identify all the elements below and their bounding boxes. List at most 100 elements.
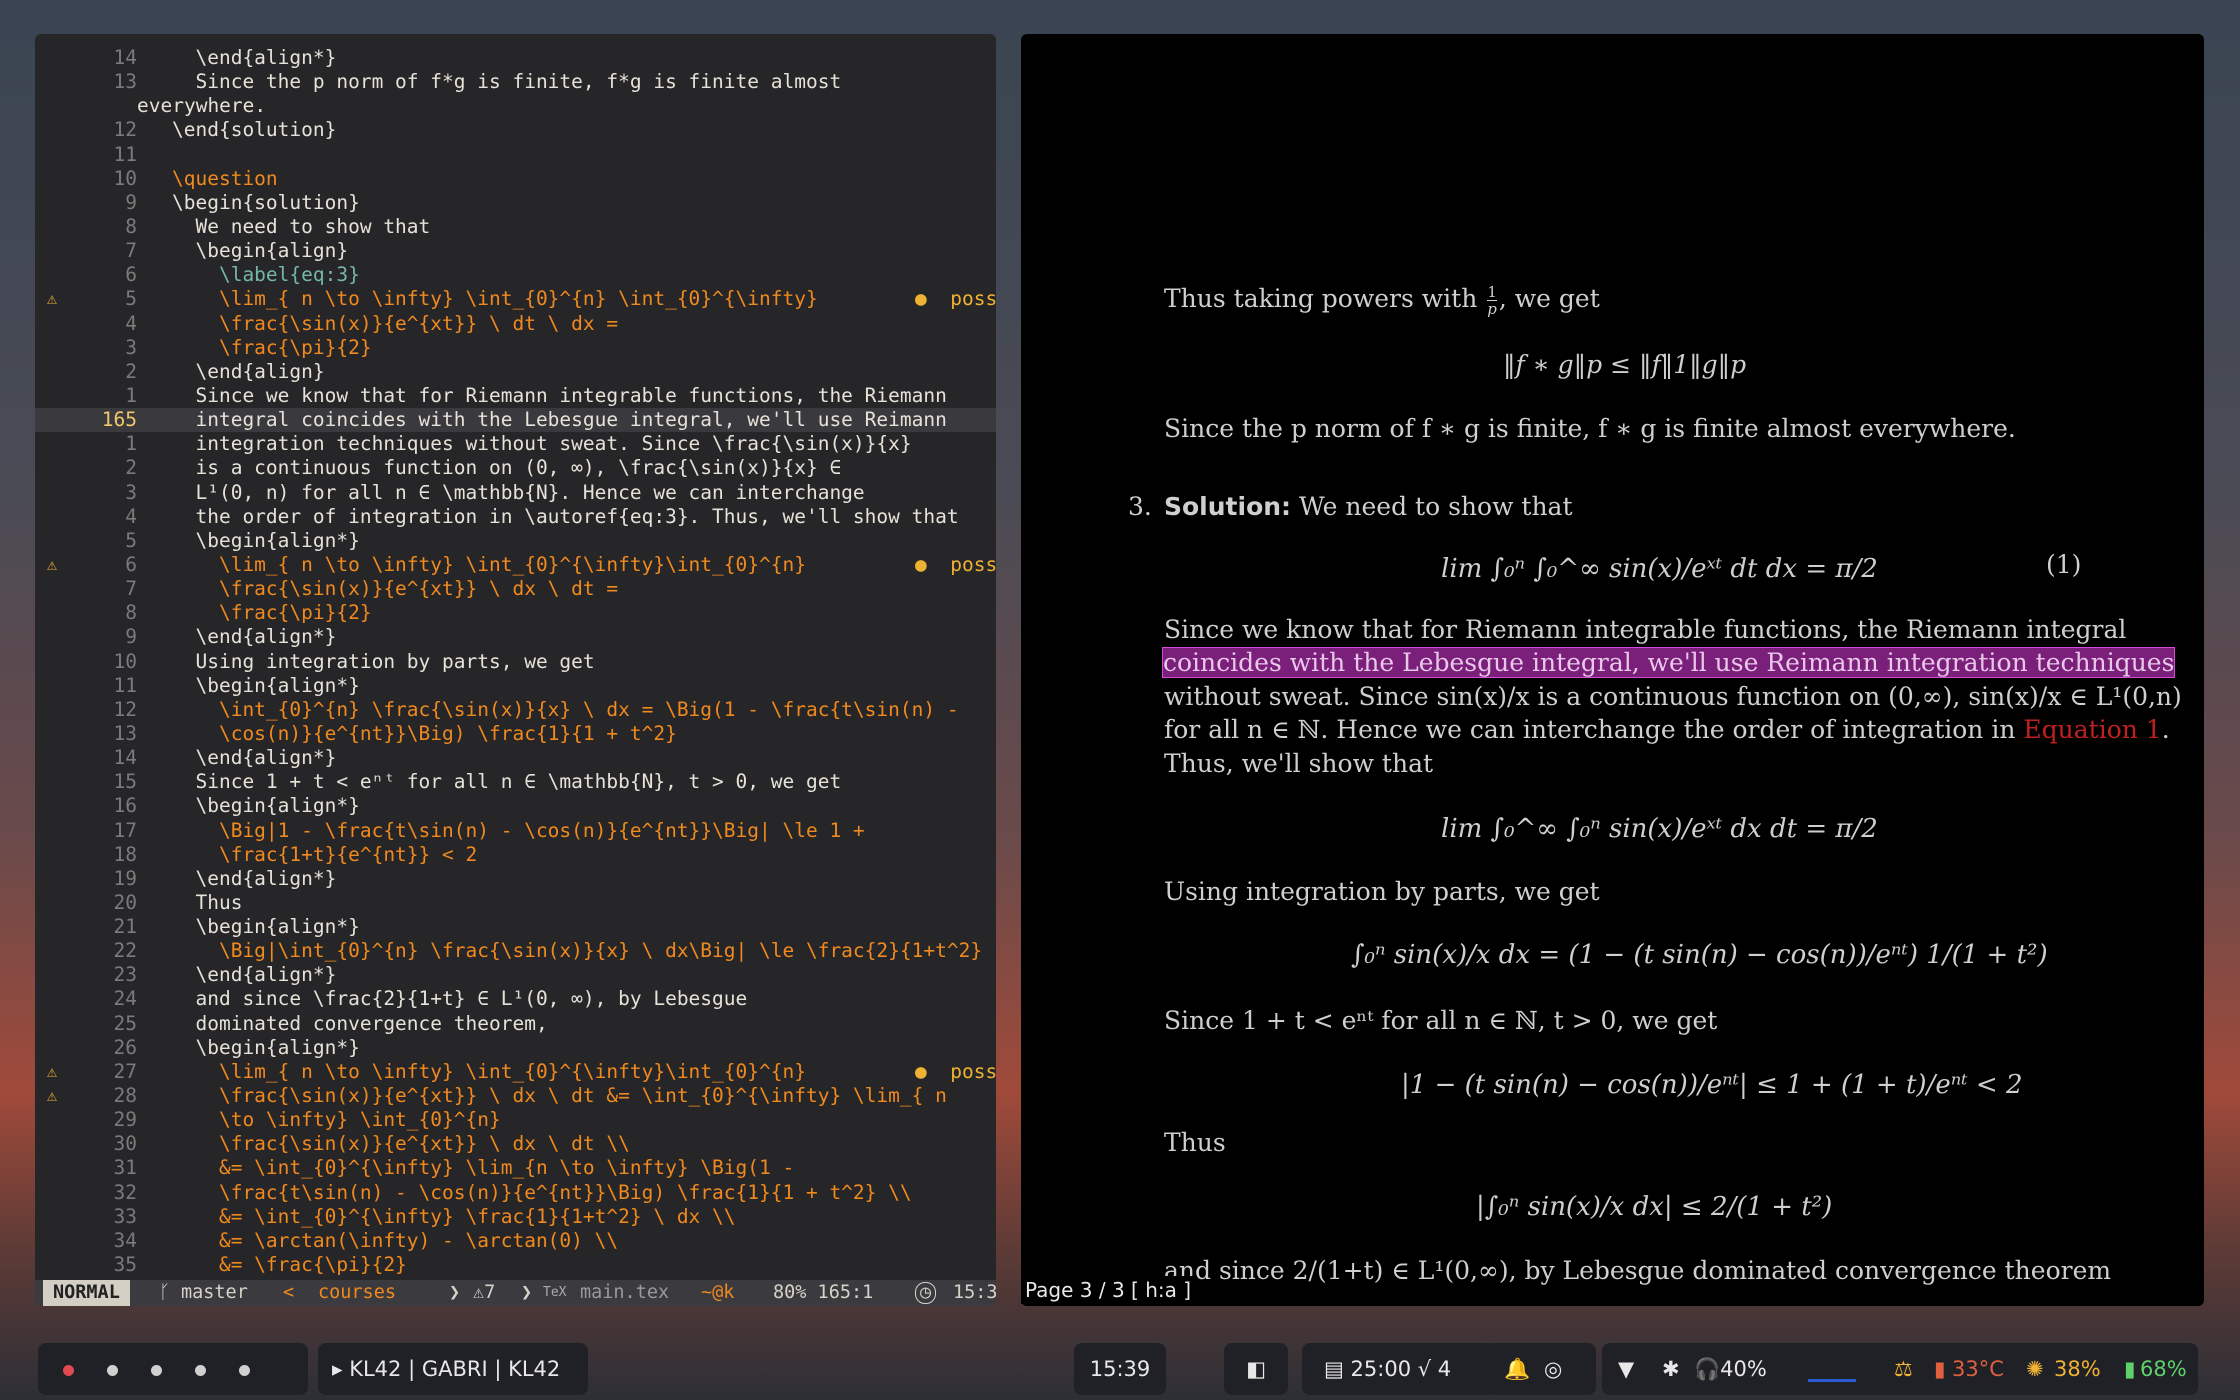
volume-indicator[interactable]: 🎧40% <box>1694 1343 1767 1395</box>
code-area[interactable]: 14 \end{align*} 13 Since the p norm of f*… <box>35 46 996 1277</box>
code-text[interactable]: &= \int_{0}^{\infty} \frac{1}{1+t^2} \ d… <box>172 1205 736 1229</box>
code-text[interactable]: \label{eq:3} <box>172 263 360 287</box>
code-text[interactable]: \end{align*} <box>172 625 336 649</box>
code-line[interactable]: 35 &= \frac{\pi}{2} <box>35 1253 996 1277</box>
workspace-4[interactable] <box>195 1364 206 1376</box>
code-text[interactable]: the order of integration in \autoref{eq:… <box>172 505 958 529</box>
code-line[interactable]: everywhere. <box>35 94 996 118</box>
code-text[interactable]: \to \infty} \int_{0}^{n} <box>172 1108 501 1132</box>
code-text[interactable]: &= \int_{0}^{\infty} \lim_{n \to \infty}… <box>172 1156 794 1180</box>
code-line[interactable]: 15 Since 1 + t < eⁿᵗ for all n ∈ \mathbb… <box>35 770 996 794</box>
code-line[interactable]: 12 \int_{0}^{n} \frac{\sin(x)}{x} \ dx =… <box>35 698 996 722</box>
code-text[interactable]: \begin{align*} <box>172 1036 359 1060</box>
code-text[interactable]: \begin{align*} <box>172 674 359 698</box>
code-text[interactable]: Using integration by parts, we get <box>172 650 594 674</box>
code-line[interactable]: 10 Using integration by parts, we get <box>35 650 996 674</box>
code-text[interactable]: \end{align*} <box>172 746 336 770</box>
code-line[interactable]: 23 \end{align*} <box>35 963 996 987</box>
highlighted-line[interactable]: coincides with the Lebesgue integral, we… <box>1161 647 2176 678</box>
code-text[interactable]: \begin{align*} <box>172 794 359 818</box>
code-line[interactable]: 5 \begin{align*} <box>35 529 996 553</box>
code-text[interactable]: &= \frac{\pi}{2} <box>172 1253 407 1277</box>
workspace-switcher[interactable] <box>38 1343 308 1395</box>
code-text[interactable]: Since we know that for Riemann integrabl… <box>172 384 946 408</box>
code-line[interactable]: 22 \Big|\int_{0}^{n} \frac{\sin(x)}{x} \… <box>35 939 996 963</box>
code-line[interactable]: 9 \begin{solution} <box>35 191 996 215</box>
equation-reference-link[interactable]: Equation 1 <box>2023 715 2161 744</box>
warning-icon[interactable]: ⚠ <box>42 1060 62 1084</box>
code-text[interactable]: \end{align*} <box>172 46 336 70</box>
code-text[interactable]: \lim_{ n \to \infty} \int_{0}^{\infty}\i… <box>172 553 806 577</box>
code-text[interactable]: \frac{\pi}{2} <box>172 336 372 360</box>
code-line[interactable]: 2 \end{align} <box>35 360 996 384</box>
code-line[interactable]: 13 Since the p norm of f*g is finite, f*… <box>35 70 996 94</box>
warning-icon[interactable]: ⚠ <box>42 1084 62 1108</box>
eye-off-icon[interactable]: ◎ <box>1544 1343 1562 1395</box>
code-text[interactable]: We need to show that <box>172 215 430 239</box>
code-line[interactable]: 21 \begin{align*} <box>35 915 996 939</box>
code-line[interactable]: 1 Since we know that for Riemann integra… <box>35 384 996 408</box>
current-line[interactable]: 165 integral coincides with the Lebesgue… <box>35 408 996 433</box>
code-line[interactable]: 4 \frac{\sin(x)}{e^{xt}} \ dt \ dx = <box>35 312 996 336</box>
code-text[interactable]: \end{align*} <box>172 867 336 891</box>
code-line[interactable]: 2 is a continuous function on (0, ∞), \f… <box>35 456 996 480</box>
workspace-5[interactable] <box>239 1364 250 1376</box>
code-line[interactable]: ⚠ 5 \lim_{ n \to \infty} \int_{0}^{n} \in… <box>35 287 996 311</box>
code-text[interactable]: \frac{t\sin(n) - \cos(n)}{e^{nt}}\Big) \… <box>172 1181 912 1205</box>
code-text[interactable]: \begin{align} <box>172 239 348 263</box>
window-title[interactable]: ▸ KL42 | GABRI | KL42 <box>318 1343 588 1395</box>
code-text[interactable]: \frac{\sin(x)}{e^{xt}} \ dx \ dt \\ <box>172 1132 630 1156</box>
code-line[interactable]: 34 &= \arctan(\infty) - \arctan(0) \\ <box>35 1229 996 1253</box>
code-line[interactable]: 20 Thus <box>35 891 996 915</box>
code-text[interactable]: and since \frac{2}{1+t} ∈ L¹(0, ∞), by L… <box>172 987 747 1011</box>
code-line[interactable]: 33 &= \int_{0}^{\infty} \frac{1}{1+t^2} … <box>35 1205 996 1229</box>
clipboard-timer[interactable]: ▤ 25:00 √ 4 <box>1302 1343 1494 1395</box>
notifications-group[interactable]: 🔔 ◎ <box>1484 1343 1596 1395</box>
code-text[interactable]: \frac{1+t}{e^{nt}} < 2 <box>172 843 477 867</box>
code-line[interactable]: 29 \to \infty} \int_{0}^{n} <box>35 1108 996 1132</box>
system-tray[interactable]: ▼ ✱ 🎧40% ⚖ ▮ 33°C ✺ 38% ▮ 68% <box>1602 1343 2198 1395</box>
code-line[interactable]: 25 dominated convergence theorem, <box>35 1012 996 1036</box>
code-line[interactable]: 1 integration techniques without sweat. … <box>35 432 996 456</box>
code-line[interactable]: ⚠ 27 \lim_{ n \to \infty} \int_{0}^{\inft… <box>35 1060 996 1084</box>
workspace-2[interactable] <box>107 1364 118 1376</box>
code-line[interactable]: 3 \frac{\pi}{2} <box>35 336 996 360</box>
bell-icon[interactable]: 🔔 <box>1504 1343 1530 1395</box>
code-text[interactable]: \frac{\pi}{2} <box>172 601 372 625</box>
bluetooth-icon[interactable]: ✱ <box>1662 1343 1680 1395</box>
code-text[interactable]: \lim_{ n \to \infty} \int_{0}^{n} \int_{… <box>172 287 818 311</box>
workspace-1[interactable] <box>63 1364 74 1376</box>
code-text[interactable]: dominated convergence theorem, <box>172 1012 547 1036</box>
code-line[interactable]: 14 \end{align*} <box>35 46 996 70</box>
code-line[interactable]: 24 and since \frac{2}{1+t} ∈ L¹(0, ∞), b… <box>35 987 996 1011</box>
code-text[interactable]: everywhere. <box>137 94 266 118</box>
code-text[interactable]: is a continuous function on (0, ∞), \fra… <box>172 456 841 480</box>
code-line[interactable]: 13 \cos(n)}{e^{nt}}\Big) \frac{1}{1 + t^… <box>35 722 996 746</box>
code-line[interactable]: 12 \end{solution} <box>35 118 996 142</box>
code-line[interactable]: 10 \question <box>35 167 996 191</box>
code-text[interactable]: Since the p norm of f*g is finite, f*g i… <box>172 70 841 94</box>
code-text[interactable]: \Big|\int_{0}^{n} \frac{\sin(x)}{x} \ dx… <box>172 939 982 963</box>
code-line[interactable]: 31 &= \int_{0}^{\infty} \lim_{n \to \inf… <box>35 1156 996 1180</box>
code-line[interactable]: 18 \frac{1+t}{e^{nt}} < 2 <box>35 843 996 867</box>
code-text[interactable]: \begin{solution} <box>172 191 360 215</box>
code-text[interactable]: integral coincides with the Lebesgue int… <box>172 408 946 432</box>
code-text[interactable]: Thus <box>172 891 242 915</box>
code-text[interactable]: \begin{align*} <box>172 529 359 553</box>
code-text[interactable]: \end{solution} <box>172 118 336 142</box>
pdf-viewer[interactable]: Thus taking powers with 1 p , we get ‖f … <box>1021 34 2204 1306</box>
idle-inhibitor-icon[interactable]: ◧ <box>1224 1343 1288 1395</box>
code-text[interactable]: \end{align} <box>172 360 324 384</box>
clock[interactable]: 15:39 <box>1074 1343 1166 1395</box>
code-line[interactable]: 14 \end{align*} <box>35 746 996 770</box>
code-text[interactable]: \Big|1 - \frac{t\sin(n) - \cos(n)}{e^{nt… <box>172 819 865 843</box>
code-line[interactable]: 6 \label{eq:3} <box>35 263 996 287</box>
code-line[interactable]: 26 \begin{align*} <box>35 1036 996 1060</box>
code-text[interactable]: \frac{\sin(x)}{e^{xt}} \ dx \ dt = <box>172 577 618 601</box>
code-line[interactable]: 8 We need to show that <box>35 215 996 239</box>
code-text[interactable]: \frac{\sin(x)}{e^{xt}} \ dt \ dx = <box>172 312 618 336</box>
code-line[interactable]: 30 \frac{\sin(x)}{e^{xt}} \ dx \ dt \\ <box>35 1132 996 1156</box>
code-text[interactable]: L¹(0, n) for all n ∈ \mathbb{N}. Hence w… <box>172 481 864 505</box>
code-line[interactable]: 9 \end{align*} <box>35 625 996 649</box>
code-text[interactable]: \question <box>172 167 278 191</box>
